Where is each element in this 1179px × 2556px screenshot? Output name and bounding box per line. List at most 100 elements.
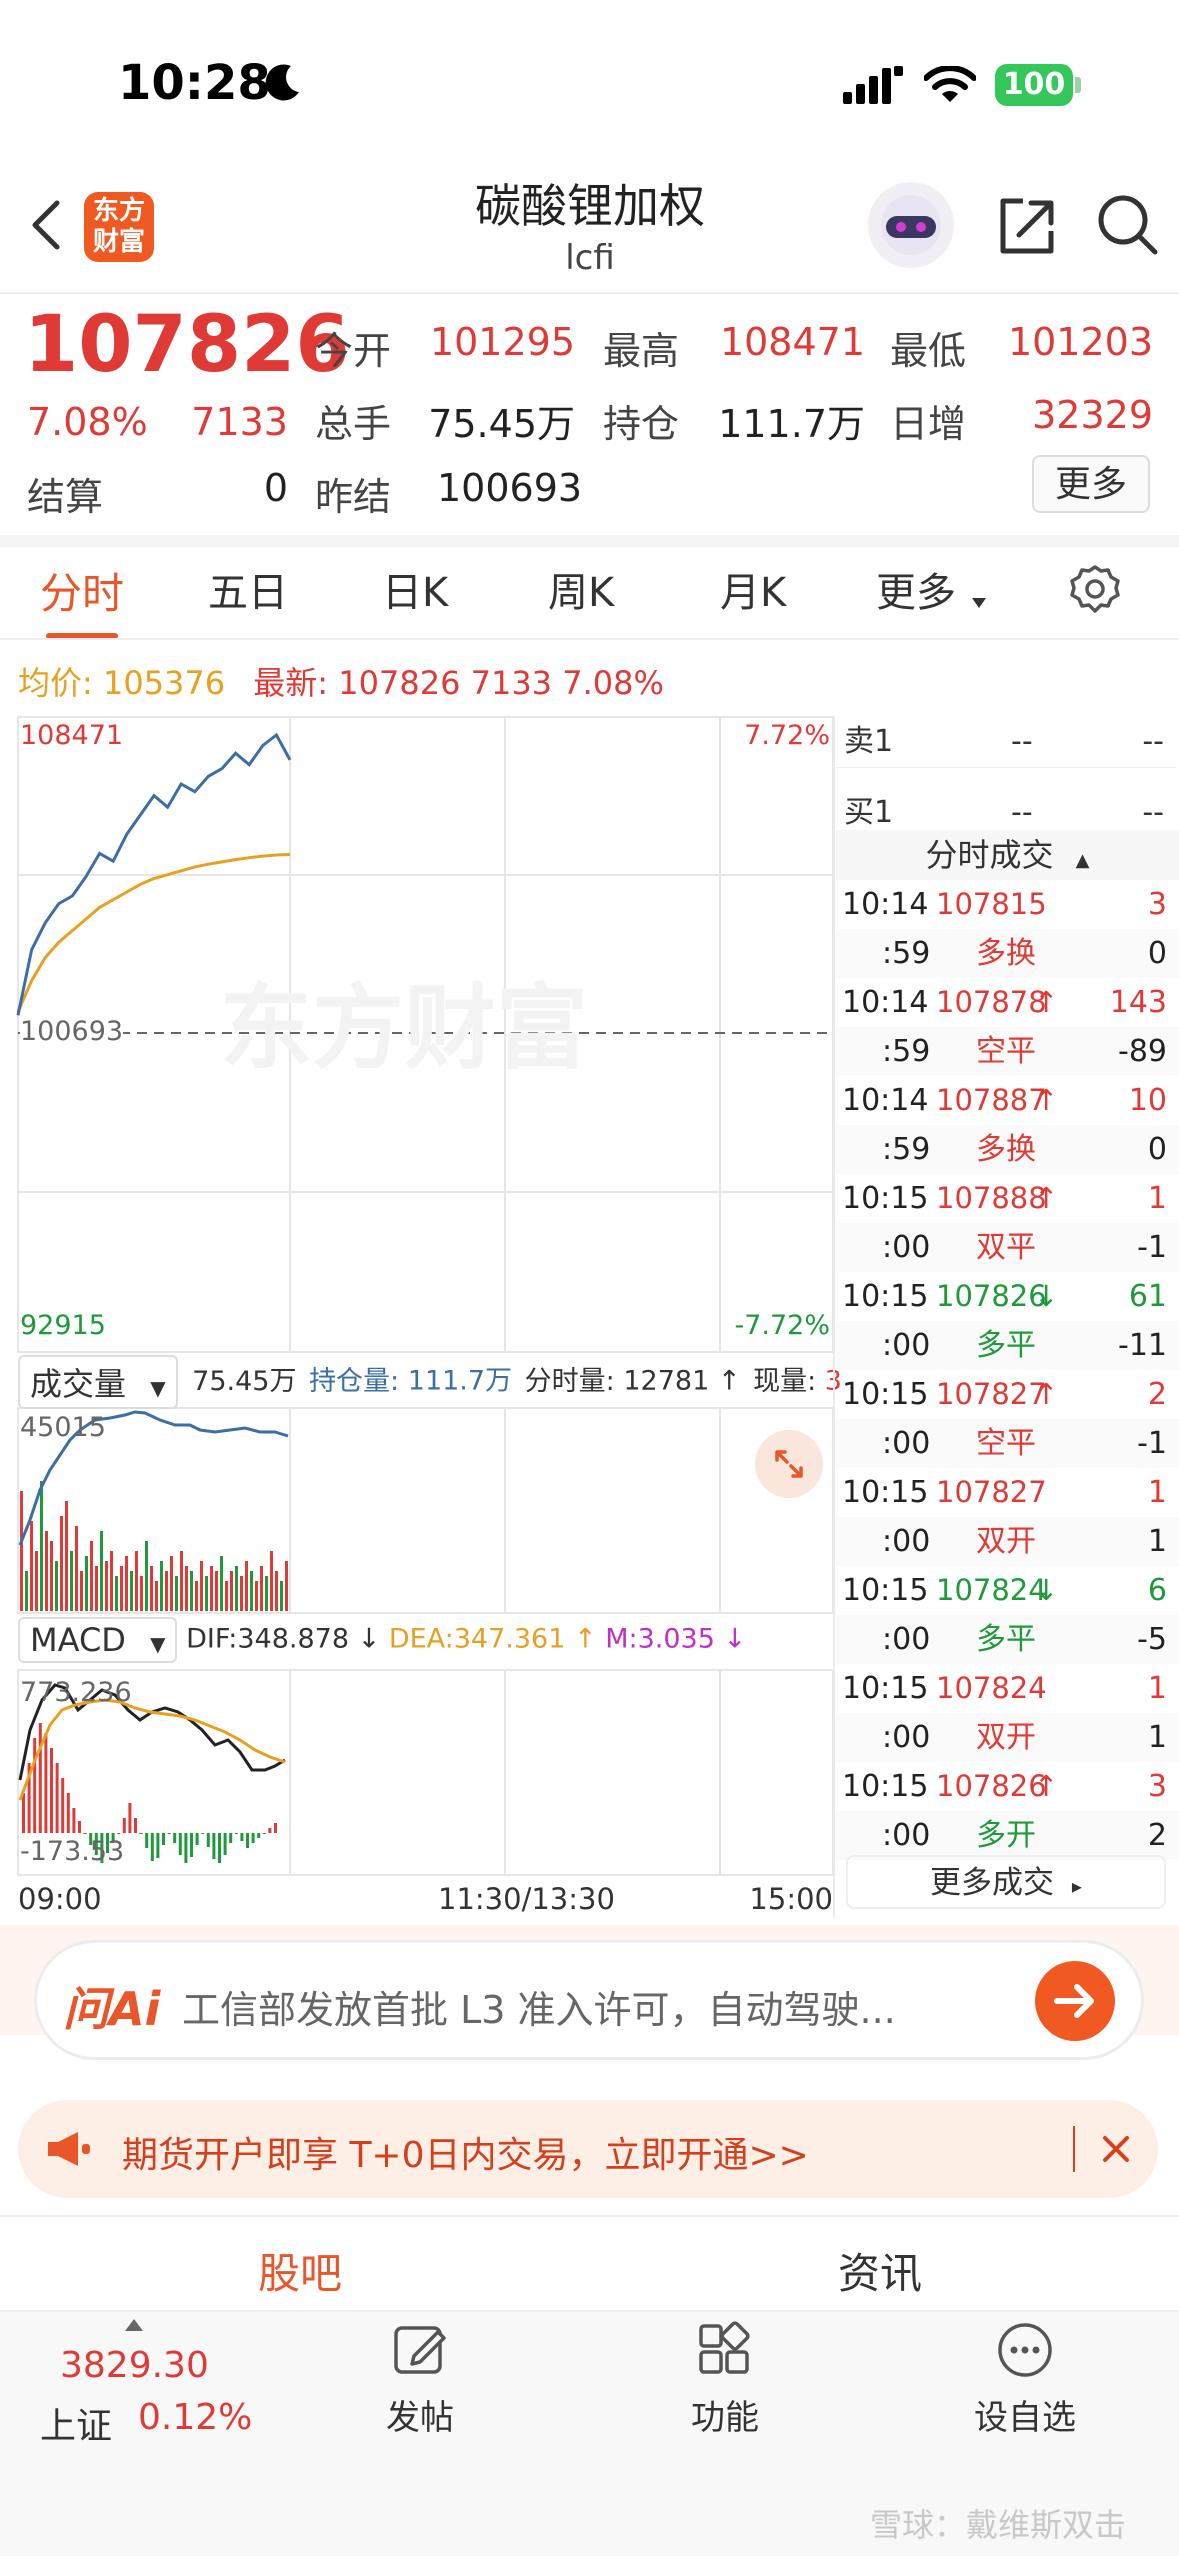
expand-chart-icon[interactable] xyxy=(755,1430,823,1498)
trade-type: 多开 xyxy=(976,1818,1036,1853)
promo-text: 期货开户即享 T+0日内交易，立即开通>> xyxy=(122,2135,809,2176)
megaphone-icon xyxy=(44,2128,94,2174)
volume-bar xyxy=(45,1531,48,1611)
volume-label: 总手 xyxy=(315,402,392,446)
index-pct: 0.12% xyxy=(138,2397,253,2438)
latest-change: 7133 xyxy=(470,664,553,702)
trade-oi-change: 0 xyxy=(1147,936,1167,971)
trade-type: 空平 xyxy=(976,1034,1036,1069)
trade-seconds: :00 xyxy=(882,1720,931,1755)
macd-bar xyxy=(274,1823,277,1833)
macd-selector[interactable]: MACD ▼ xyxy=(18,1617,178,1663)
ai-search-bar[interactable]: 问Ai 工信部发放首批 L3 准入许可，自动驾驶... xyxy=(34,1940,1144,2060)
app-logo: 东方财富 xyxy=(84,192,154,262)
trade-subrow: :00 多平 -5 xyxy=(836,1615,1179,1664)
trade-arrow: ↓ xyxy=(1034,1279,1059,1313)
more-quote-button[interactable]: 更多 xyxy=(1032,455,1150,513)
volume-bar xyxy=(165,1571,168,1611)
robot-assistant-icon[interactable] xyxy=(868,182,954,268)
tab-guba[interactable]: 股吧 xyxy=(200,2240,400,2301)
tab-5day[interactable]: 五日 xyxy=(208,560,288,618)
chevron-right-icon: ▸ xyxy=(1071,1874,1082,1898)
chart-low-pct: -7.72% xyxy=(734,1310,830,1341)
macd-bar xyxy=(150,1833,154,1861)
trade-price: 107826 xyxy=(936,1769,1047,1803)
macd-bar xyxy=(190,1833,193,1857)
page-subtitle: lcfi xyxy=(565,238,615,278)
volume-selector[interactable]: 成交量 ▼ xyxy=(18,1355,178,1409)
share-icon[interactable] xyxy=(995,195,1057,257)
volume-bar xyxy=(100,1531,103,1611)
trade-volume: 1 xyxy=(1147,1181,1167,1216)
macd-bar xyxy=(128,1803,132,1833)
tab-monthly-k[interactable]: 月K xyxy=(720,560,786,618)
macd-bar xyxy=(22,1793,25,1833)
volume-bar xyxy=(185,1566,188,1611)
macd-bar xyxy=(229,1833,233,1843)
vol-oi-label: 持仓量: xyxy=(309,1365,400,1397)
function-button[interactable]: 功能 xyxy=(665,2320,785,2450)
index-ticker[interactable]: 3829.30 上证 0.12% xyxy=(30,2315,300,2447)
trade-row: 10:15 107827 1 xyxy=(836,1468,1179,1517)
volume-bar xyxy=(210,1566,213,1611)
tab-more[interactable]: 更多 xyxy=(876,560,956,618)
ai-submit-button[interactable] xyxy=(1035,1961,1115,2041)
cur-vol-label: 现量: xyxy=(753,1365,817,1397)
add-watchlist-button[interactable]: 设自选 xyxy=(955,2320,1095,2450)
high-label: 最高 xyxy=(603,329,680,373)
trade-time: 10:15 xyxy=(842,1181,929,1216)
macd-bar xyxy=(122,1818,126,1833)
more-trades-label: 更多成交 xyxy=(930,1865,1055,1901)
macd-low-label: -173.53 xyxy=(20,1836,125,1867)
volume-bar xyxy=(240,1576,243,1611)
trade-row: 10:14 107887 ↑ 10 xyxy=(836,1076,1179,1125)
trade-price: 107826 xyxy=(936,1279,1047,1313)
trade-time: 10:15 xyxy=(842,1377,929,1412)
promo-banner[interactable]: 期货开户即享 T+0日内交易，立即开通>> xyxy=(18,2100,1158,2198)
tab-intraday[interactable]: 分时 xyxy=(40,560,124,639)
trade-subrow: :00 双开 1 xyxy=(836,1713,1179,1762)
trade-subrow: :00 多开 2 xyxy=(836,1811,1179,1860)
trade-time: 10:15 xyxy=(842,1475,929,1510)
tab-label: 分时 xyxy=(40,569,125,618)
macd-bar xyxy=(117,1833,121,1834)
close-promo-icon[interactable] xyxy=(1093,2126,1139,2172)
trade-price: 107888 xyxy=(936,1181,1047,1215)
trade-oi-change: 2 xyxy=(1147,1818,1167,1853)
trade-subrow: :00 多平 -11 xyxy=(836,1321,1179,1370)
trade-price: 107827 xyxy=(936,1377,1047,1411)
volume-bar xyxy=(195,1581,198,1611)
macd-dea-line xyxy=(18,1698,286,1801)
trade-arrow: ↑ xyxy=(1034,1181,1059,1215)
vol-max-label: 45015 xyxy=(20,1412,106,1443)
post-button[interactable]: 发帖 xyxy=(360,2320,480,2450)
oi-label: 持仓 xyxy=(603,402,680,446)
time-axis-start: 09:00 xyxy=(18,1882,102,1916)
volume-bar xyxy=(200,1561,203,1611)
volume-bar xyxy=(215,1571,218,1611)
volume-bar xyxy=(115,1576,118,1611)
trade-subrow: :00 空平 -1 xyxy=(836,1419,1179,1468)
volume-bar xyxy=(205,1576,208,1611)
function-label: 功能 xyxy=(691,2398,759,2438)
index-value: 3829.30 xyxy=(60,2345,209,2386)
trade-row: 10:14 107815 3 xyxy=(836,880,1179,929)
tab-news[interactable]: 资讯 xyxy=(780,2240,980,2301)
macd-bar xyxy=(83,1833,87,1834)
chart-settings-icon[interactable] xyxy=(1068,563,1122,617)
trade-subrow: :59 空平 -89 xyxy=(836,1027,1179,1076)
tab-daily-k[interactable]: 日K xyxy=(382,560,448,618)
trade-oi-change: -11 xyxy=(1118,1328,1167,1363)
volume-bar xyxy=(130,1571,133,1611)
more-trades-button[interactable]: 更多成交 ▸ xyxy=(846,1855,1166,1909)
volume-bar xyxy=(120,1566,123,1611)
ai-brand: 问Ai xyxy=(63,1982,161,2036)
back-button[interactable] xyxy=(25,195,75,255)
search-icon[interactable] xyxy=(1095,192,1161,258)
quote-divider xyxy=(0,535,1179,547)
trade-volume: 61 xyxy=(1128,1279,1167,1314)
up-arrow-icon: ↑ xyxy=(717,1365,741,1397)
tab-weekly-k[interactable]: 周K xyxy=(548,560,614,618)
trade-seconds: :00 xyxy=(882,1818,931,1853)
last-price: 107826 xyxy=(24,300,350,390)
